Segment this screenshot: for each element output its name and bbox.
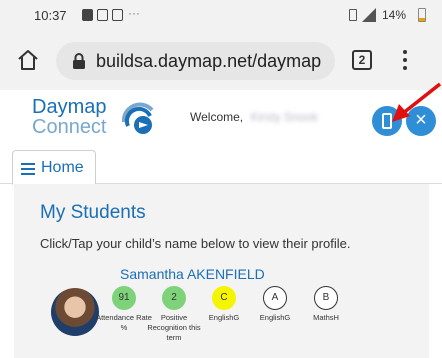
status-time: 10:37	[34, 8, 67, 23]
stat-badge: 91	[112, 286, 136, 310]
my-students-panel: My Students Click/Tap your child’s name …	[14, 184, 429, 358]
nav-bar: Home	[0, 144, 442, 185]
stat-badge: A	[263, 286, 287, 310]
section-title: My Students	[40, 202, 146, 223]
battery-percent: 14%	[382, 8, 407, 22]
annotation-arrow-icon	[392, 82, 442, 122]
daymap-logo-mark-icon	[121, 102, 154, 134]
instructions-text: Click/Tap your child’s name below to vie…	[40, 236, 351, 251]
page-header: Daymap Connect Welcome, Kirsty Snook ×	[0, 90, 442, 144]
url-text: buildsa.daymap.net/daymap	[96, 51, 322, 71]
stat-badge: B	[314, 286, 338, 310]
browser-toolbar: buildsa.daymap.net/daymap 2	[0, 30, 442, 90]
hamburger-menu-icon	[21, 163, 35, 175]
gallery-notification-icon	[97, 9, 108, 21]
lock-icon	[73, 53, 85, 69]
tab-home-label: Home	[41, 159, 84, 176]
student-name-link[interactable]: Samantha AKENFIELD	[120, 266, 265, 282]
more-menu-icon[interactable]	[400, 48, 410, 72]
welcome-label: Welcome,	[190, 110, 244, 124]
stat-label: MathsH	[313, 313, 339, 322]
status-bar: 10:37 ··· 14%	[0, 0, 442, 30]
student-avatar[interactable]	[51, 288, 99, 336]
stat-badge: C	[212, 286, 236, 310]
tab-switcher-button[interactable]: 2	[352, 50, 372, 70]
battery-icon	[418, 8, 426, 22]
tab-home[interactable]: Home	[12, 150, 96, 185]
welcome-message: Welcome, Kirsty Snook	[190, 110, 318, 124]
daymap-connect-logo[interactable]: Daymap Connect	[26, 94, 166, 140]
notification-icon	[82, 9, 93, 21]
welcome-user-name: Kirsty Snook	[250, 110, 318, 124]
app-notification-icon	[112, 9, 123, 21]
signal-icon	[362, 8, 376, 22]
url-bar[interactable]: buildsa.daymap.net/daymap	[56, 42, 335, 80]
home-icon[interactable]	[16, 48, 40, 72]
stat-badge: 2	[162, 286, 186, 310]
logo-text-connect: Connect	[32, 116, 107, 138]
more-notifications-icon: ···	[128, 6, 140, 20]
vibrate-icon	[349, 9, 357, 21]
stat-maths-grade[interactable]: B MathsH	[296, 286, 356, 323]
